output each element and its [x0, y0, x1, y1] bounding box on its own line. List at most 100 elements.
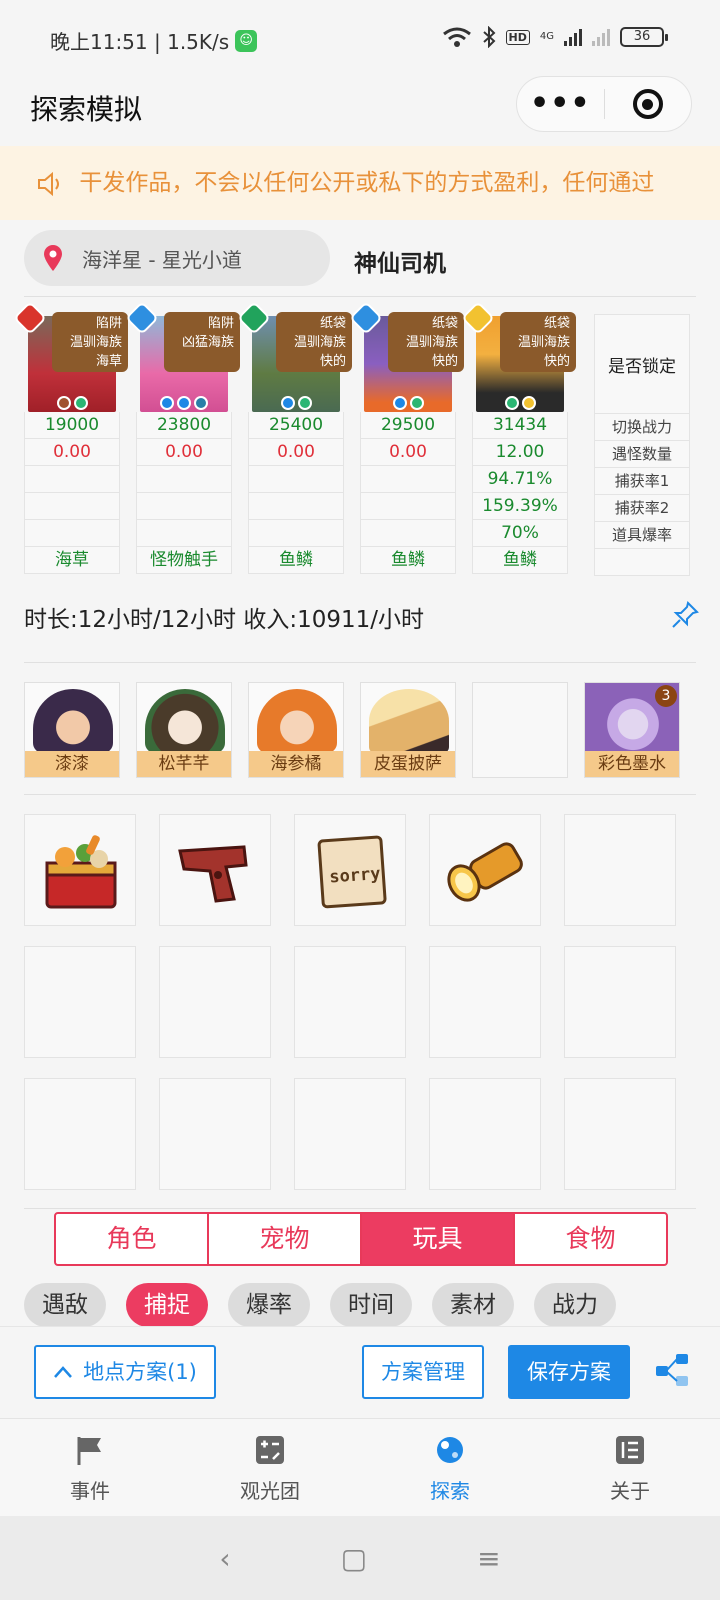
location-selector[interactable]: 海洋星 - 星光小道: [24, 230, 330, 286]
pet-catch1: [136, 466, 232, 493]
label-drop: 道具爆率: [594, 522, 690, 549]
tab-toys[interactable]: 玩具: [362, 1214, 515, 1264]
character-name: 漆漆: [25, 751, 119, 777]
flag-icon: [77, 1437, 101, 1465]
item-slot-empty[interactable]: [294, 1078, 406, 1190]
row-labels: 是否锁定 切换战力 遇怪数量 捕获率1 捕获率2 道具爆率: [594, 314, 690, 576]
pet-column[interactable]: 陷阱 凶猛海族 23800 0.00 怪物触手: [125, 301, 240, 574]
pet-card[interactable]: 陷阱 凶猛海族: [125, 301, 240, 412]
item-slot[interactable]: sorry: [294, 814, 406, 926]
item-slot-empty[interactable]: [564, 946, 676, 1058]
chip-time[interactable]: 时间: [330, 1283, 412, 1327]
pet-drop: [360, 520, 456, 547]
character-slot[interactable]: 漆漆: [24, 682, 120, 778]
pistol-icon: [178, 845, 248, 903]
pet-column[interactable]: 纸袋 温驯海族 快的 25400 0.00 鱼鳞: [237, 301, 352, 574]
pin-icon[interactable]: [670, 600, 700, 630]
pet-catch1: [24, 466, 120, 493]
lock-toggle-label[interactable]: 是否锁定: [594, 314, 690, 414]
location-plan-button[interactable]: 地点方案(1): [34, 1345, 216, 1399]
tab-characters[interactable]: 角色: [56, 1214, 209, 1264]
network-type: 4G: [539, 31, 554, 42]
character-slot-empty[interactable]: [472, 682, 568, 778]
manage-plans-button[interactable]: 方案管理: [362, 1345, 484, 1399]
label-encounter: 遇怪数量: [594, 441, 690, 468]
chevron-up-icon: [54, 1366, 73, 1378]
svg-text:sorry: sorry: [329, 864, 381, 888]
item-slot-empty[interactable]: [564, 814, 676, 926]
item-slot[interactable]: [24, 814, 136, 926]
item-slot[interactable]: [159, 814, 271, 926]
pet-column[interactable]: 纸袋 温驯海族 快的 29500 0.00 鱼鳞: [349, 301, 464, 574]
item-slot-empty[interactable]: [429, 946, 541, 1058]
home-icon[interactable]: ▢: [341, 1542, 367, 1575]
pet-card[interactable]: 纸袋 温驯海族 快的: [237, 301, 352, 412]
tab-food[interactable]: 食物: [515, 1214, 666, 1264]
pet-catch2: [136, 493, 232, 520]
pet-column[interactable]: 纸袋 温驯海族 快的 31434 12.00 94.71% 159.39% 70% …: [461, 301, 576, 574]
pet-material: 海草: [24, 547, 120, 574]
pet-material: 鱼鳞: [248, 547, 344, 574]
planet-icon: [437, 1437, 463, 1463]
miniprogram-capsule: •••: [516, 76, 692, 132]
character-name: 松芊芊: [137, 751, 231, 777]
item-slot-empty[interactable]: [24, 1078, 136, 1190]
divider: [24, 1208, 696, 1209]
notice-banner: 干发作品，不会以任何公开或私下的方式盈利，任何通过: [0, 146, 720, 220]
tab-explore[interactable]: 探索: [360, 1419, 540, 1516]
pet-catch2: [248, 493, 344, 520]
item-slot[interactable]: [429, 814, 541, 926]
pet-material: 鱼鳞: [472, 547, 568, 574]
character-slot[interactable]: 皮蛋披萨: [360, 682, 456, 778]
wechat-notification-icon: ☺: [235, 29, 258, 52]
chip-power[interactable]: 战力: [534, 1283, 616, 1327]
character-name: 海参橘: [249, 751, 343, 777]
pet-tag-label: 纸袋 温驯海族 快的: [500, 312, 576, 372]
food-box-icon: [45, 835, 117, 909]
item-slot-empty[interactable]: [159, 946, 271, 1058]
item-slot-empty[interactable]: [429, 1078, 541, 1190]
menu-icon[interactable]: ≡: [477, 1542, 500, 1575]
tab-pets[interactable]: 宠物: [209, 1214, 362, 1264]
calc-icon: [256, 1436, 284, 1464]
character-portrait: [33, 689, 113, 753]
bottom-tab-bar: 事件 观光团 探索 关于: [0, 1418, 720, 1516]
chip-material[interactable]: 素材: [432, 1283, 514, 1327]
page-title: 探索模拟: [30, 93, 143, 126]
status-time-speed: 晚上11:51 | 1.5K/s: [50, 30, 230, 54]
driver-name[interactable]: 神仙司机: [354, 244, 446, 278]
item-slot-ink[interactable]: 3 彩色墨水: [584, 682, 680, 778]
income-summary: 时长:12小时/12小时 收入:10911/小时: [24, 607, 425, 633]
tab-events[interactable]: 事件: [0, 1419, 180, 1516]
item-slot-empty[interactable]: [294, 946, 406, 1058]
character-portrait: [257, 689, 337, 753]
pet-column[interactable]: 陷阱 温驯海族 海草 19000 0.00 海草: [13, 301, 128, 574]
system-nav-bar: ‹ ▢ ≡: [0, 1516, 720, 1600]
more-menu-button[interactable]: •••: [517, 76, 604, 132]
chip-encounter[interactable]: 遇敌: [24, 1283, 106, 1327]
divider: [24, 794, 696, 795]
chip-drop-rate[interactable]: 爆率: [228, 1283, 310, 1327]
item-slot-empty[interactable]: [159, 1078, 271, 1190]
pet-card[interactable]: 纸袋 温驯海族 快的: [349, 301, 464, 412]
notice-text: 干发作品，不会以任何公开或私下的方式盈利，任何通过: [79, 170, 655, 196]
pet-card[interactable]: 纸袋 温驯海族 快的: [461, 301, 576, 412]
speaker-icon: [38, 171, 59, 196]
tab-about[interactable]: 关于: [540, 1419, 720, 1516]
character-slot[interactable]: 松芊芊: [136, 682, 232, 778]
back-icon[interactable]: ‹: [219, 1542, 230, 1575]
close-miniprogram-button[interactable]: [605, 89, 692, 119]
pet-card[interactable]: 陷阱 温驯海族 海草: [13, 301, 128, 412]
pet-gems: [248, 396, 344, 410]
tab-tour-group[interactable]: 观光团: [180, 1419, 360, 1516]
chip-capture[interactable]: 捕捉: [126, 1283, 208, 1327]
pet-catch2: [24, 493, 120, 520]
pet-gems: [136, 396, 232, 410]
character-slot[interactable]: 海参橘: [248, 682, 344, 778]
save-plan-button[interactable]: 保存方案: [508, 1345, 630, 1399]
status-right: HD 4G 36: [442, 26, 668, 48]
pet-material: 鱼鳞: [360, 547, 456, 574]
item-slot-empty[interactable]: [24, 946, 136, 1058]
share-icon[interactable]: [654, 1352, 690, 1388]
item-slot-empty[interactable]: [564, 1078, 676, 1190]
